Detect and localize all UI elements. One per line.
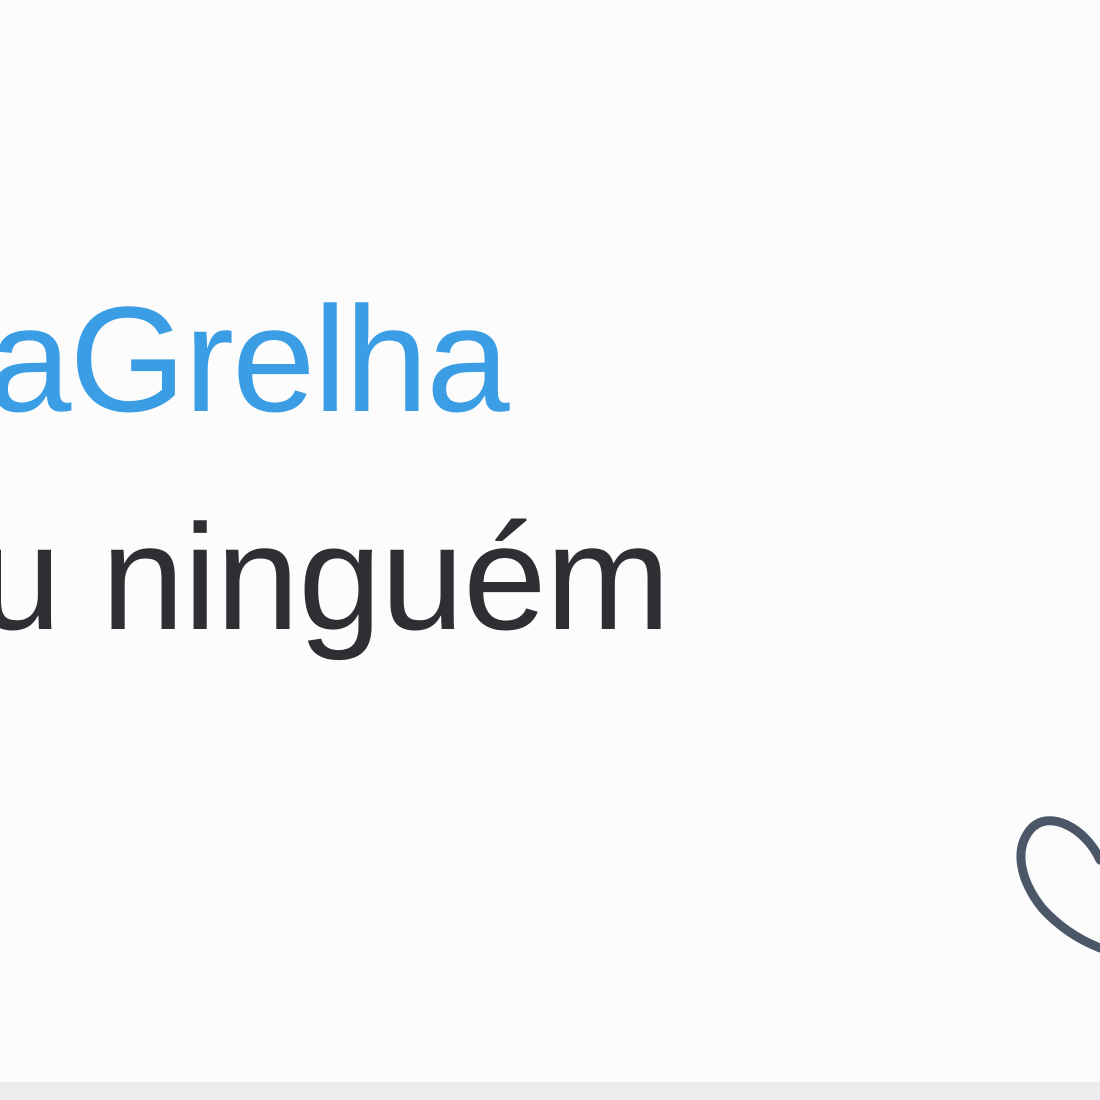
post-text: u ninguém bbox=[0, 493, 670, 661]
post-card: aGrelha u ninguém bbox=[0, 0, 1100, 1082]
author-handle-link[interactable]: aGrelha bbox=[0, 284, 510, 434]
heart-outline-icon bbox=[1016, 816, 1100, 953]
divider bbox=[0, 1082, 1100, 1100]
like-button[interactable] bbox=[1008, 800, 1100, 960]
